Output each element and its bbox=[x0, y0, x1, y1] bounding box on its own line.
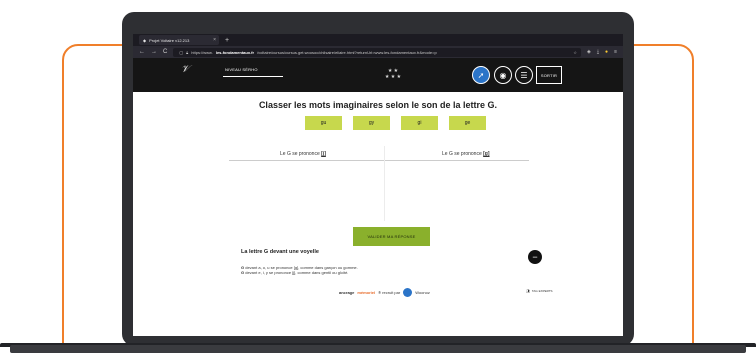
word-chip-gy[interactable]: gy bbox=[353, 116, 390, 130]
rule-line-2-rest: devant e, i, y se prononce [j], comme da… bbox=[244, 270, 349, 275]
left-label-text: Le G se prononce bbox=[280, 151, 322, 157]
stage: ◆ Projet Voltaire v12.213 × + ← → C ▢ 🔒︎… bbox=[0, 0, 756, 353]
exit-button[interactable]: SORTIR bbox=[536, 66, 562, 84]
right-label-text: Le G se prononce bbox=[442, 151, 484, 157]
reload-icon[interactable]: C bbox=[163, 49, 167, 55]
drop-zone-left-label[interactable]: Le G se prononce [j] bbox=[280, 151, 326, 157]
partner-logo-icon bbox=[403, 288, 413, 297]
partner-name: Woonoz bbox=[415, 290, 430, 295]
brand-accent: mémoriel bbox=[357, 290, 376, 295]
list-icon[interactable]: ☰ bbox=[515, 66, 533, 84]
browser-tab[interactable]: ◆ Projet Voltaire v12.213 × bbox=[139, 35, 219, 45]
tab-title: Projet Voltaire v12.213 bbox=[149, 37, 190, 43]
lock-icon: 🔒︎ bbox=[186, 49, 189, 55]
footer-experts[interactable]: 👥︎ TAG EXPERTS bbox=[526, 289, 553, 293]
left-label-sound: [j] bbox=[321, 151, 326, 157]
browser-tabbar: ◆ Projet Voltaire v12.213 × + bbox=[133, 34, 623, 46]
rule-text: G devant a, o, u se prononce [g], comme … bbox=[241, 265, 358, 275]
drop-zone-header-line bbox=[229, 160, 529, 161]
rule-line-2: G devant e, i, y se prononce [j], comme … bbox=[241, 270, 358, 275]
level-progress-bar bbox=[223, 76, 283, 77]
users-icon: 👥︎ bbox=[526, 289, 530, 293]
drop-zone-divider bbox=[384, 146, 385, 221]
stars-row-bottom: ★ ★ ★ bbox=[384, 74, 402, 80]
back-icon[interactable]: ← bbox=[139, 49, 145, 55]
forward-icon[interactable]: → bbox=[151, 49, 157, 55]
url-domain: les-fondamentaux.fr bbox=[215, 49, 255, 55]
voltaire-logo: 𝒱 bbox=[181, 64, 190, 75]
laptop-screen: ◆ Projet Voltaire v12.213 × + ← → C ▢ 🔒︎… bbox=[133, 34, 623, 336]
url-prefix: https://www. bbox=[191, 49, 213, 55]
bookmark-star-icon[interactable]: ☆ bbox=[573, 50, 581, 55]
rule-title: La lettre G devant une voyelle bbox=[241, 249, 319, 255]
pocket-icon[interactable]: ◈ bbox=[587, 49, 591, 55]
stars-rating: ★ ★ ★ ★ ★ bbox=[383, 68, 403, 80]
app-header: 𝒱 NIVEAU SÉRHO ★ ★ ★ ★ ★ ➚ ◉ ☰ SORTIR bbox=[133, 58, 623, 92]
shield-icon: ▢ bbox=[179, 49, 184, 55]
experts-label: TAG EXPERTS bbox=[531, 289, 553, 293]
browser-right-icons: ◈ ⤓ ● ≡ bbox=[587, 49, 623, 55]
compass-icon[interactable]: ➚ bbox=[472, 66, 490, 84]
right-label-sound: [g] bbox=[483, 151, 490, 157]
word-chip-gi[interactable]: gi bbox=[401, 116, 438, 130]
word-chips: gu gy gi ge bbox=[305, 116, 486, 130]
brand-start: ancrage bbox=[339, 290, 355, 295]
word-chip-gu[interactable]: gu bbox=[305, 116, 342, 130]
download-icon[interactable]: ⤓ bbox=[597, 49, 599, 55]
validate-button[interactable]: VALIDER MA RÉPONSE bbox=[353, 227, 430, 246]
brand-rest: ® recruit par bbox=[378, 290, 401, 295]
address-bar[interactable]: ▢ 🔒︎ https://www. les-fondamentaux.fr/vol… bbox=[173, 47, 581, 57]
tab-favicon-icon: ◆ bbox=[143, 37, 147, 43]
footer-brand: ancrage mémoriel ® recruit par Woonoz bbox=[339, 288, 430, 297]
extension-icon[interactable]: ● bbox=[605, 49, 608, 55]
word-chip-ge[interactable]: ge bbox=[449, 116, 486, 130]
collapse-minus-icon[interactable]: − bbox=[528, 250, 542, 264]
laptop-base bbox=[10, 345, 746, 353]
menu-icon[interactable]: ≡ bbox=[614, 49, 617, 55]
level-label: NIVEAU SÉRHO bbox=[225, 67, 258, 72]
new-tab-button[interactable]: + bbox=[225, 37, 229, 44]
tab-close-icon[interactable]: × bbox=[213, 37, 216, 43]
url-rest: /voltaire/cursus/cursus.get.woosoc/chils… bbox=[257, 49, 437, 55]
exercise-title: Classer les mots imaginaires selon le so… bbox=[258, 100, 498, 110]
browser-toolbar: ← → C ▢ 🔒︎ https://www. les-fondamentaux.… bbox=[133, 46, 623, 58]
drop-zone-right-label[interactable]: Le G se prononce [g] bbox=[442, 151, 490, 157]
eye-icon[interactable]: ◉ bbox=[494, 66, 512, 84]
